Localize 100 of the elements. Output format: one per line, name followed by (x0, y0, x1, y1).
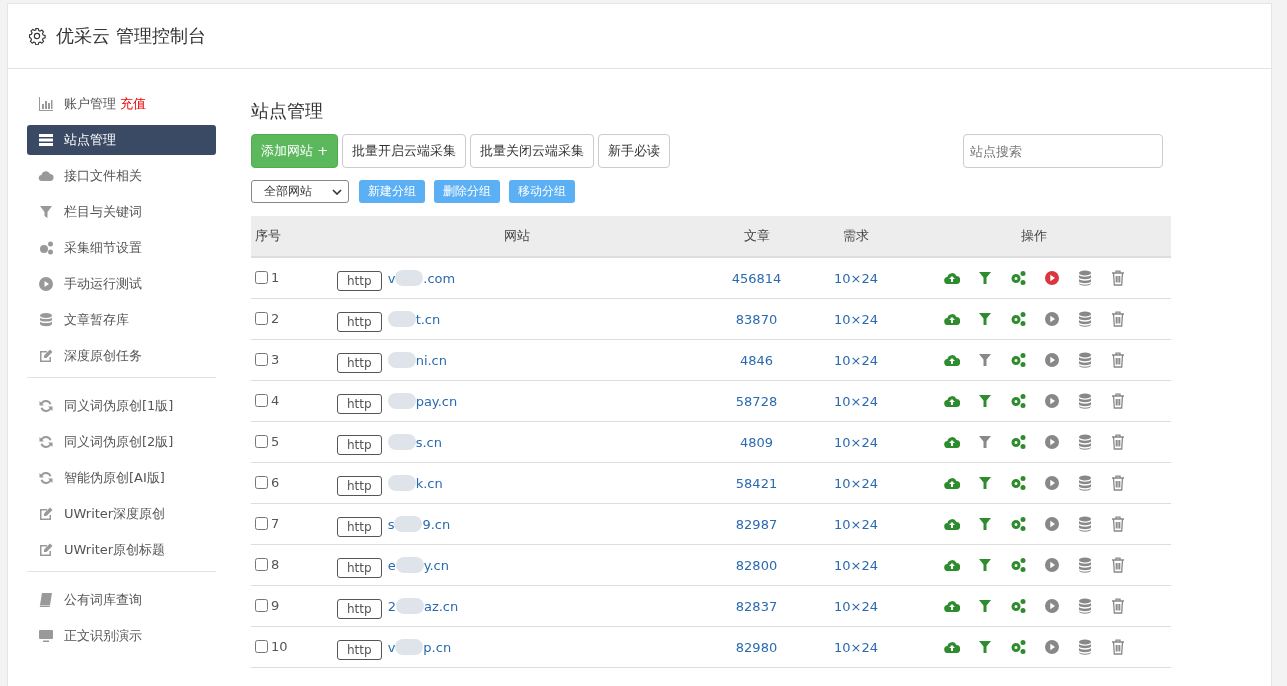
filter-icon[interactable] (978, 353, 991, 366)
cloud-upload-icon[interactable] (943, 353, 960, 366)
row-checkbox[interactable] (255, 557, 268, 571)
domain-text[interactable]: 9.cn (422, 516, 451, 532)
sidebar-item[interactable]: 智能伪原创[AI版] (27, 463, 216, 493)
row-checkbox[interactable] (255, 598, 268, 612)
domain-text[interactable]: s.cn (415, 434, 442, 450)
demand-value: 10×24 (834, 434, 878, 450)
sidebar-item[interactable]: UWriter原创标题 (27, 535, 216, 565)
play-icon[interactable] (1044, 516, 1059, 531)
play-icon[interactable] (1044, 639, 1059, 654)
play-icon[interactable] (1044, 434, 1059, 449)
cloud-upload-icon[interactable] (943, 640, 960, 653)
cloud-upload-icon[interactable] (943, 435, 960, 448)
database-icon[interactable] (1077, 638, 1092, 655)
play-icon[interactable] (1044, 393, 1059, 408)
trash-icon[interactable] (1110, 474, 1125, 491)
recharge-link[interactable]: 充值 (120, 95, 146, 113)
play-icon[interactable] (1044, 311, 1059, 326)
play-icon[interactable] (1044, 352, 1059, 367)
protocol-tag: http (337, 517, 382, 537)
filter-icon[interactable] (978, 599, 991, 612)
sidebar-item[interactable]: 文章暂存库 (27, 305, 216, 335)
row-number: 2 (271, 310, 280, 326)
domain-text[interactable]: .com (423, 270, 456, 286)
sidebar-item[interactable]: 同义词伪原创[2版] (27, 427, 216, 457)
domain-text[interactable]: y.cn (423, 557, 449, 573)
trash-icon[interactable] (1110, 269, 1125, 286)
sidebar-item[interactable]: UWriter深度原创 (27, 499, 216, 529)
database-icon[interactable] (1077, 474, 1092, 491)
sidebar-item[interactable]: 账户管理 充值 (27, 89, 216, 119)
database-icon[interactable] (1077, 597, 1092, 614)
database-icon[interactable] (1077, 392, 1092, 409)
sidebar-item[interactable]: 公有词库查询 (27, 585, 216, 615)
database-icon[interactable] (1077, 515, 1092, 532)
row-checkbox[interactable] (255, 516, 268, 530)
database-icon[interactable] (1077, 351, 1092, 368)
cloud-upload-icon[interactable] (943, 476, 960, 489)
sidebar-item[interactable]: 正文识别演示 (27, 621, 216, 651)
sidebar-item[interactable]: 深度原创任务 (27, 341, 216, 371)
domain-text[interactable]: k.cn (415, 475, 443, 491)
list-icon (38, 132, 54, 148)
row-checkbox[interactable] (255, 434, 268, 448)
trash-icon[interactable] (1110, 515, 1125, 532)
row-checkbox[interactable] (255, 311, 268, 325)
cloud-upload-icon[interactable] (943, 312, 960, 325)
demand-value: 10×24 (834, 557, 878, 573)
trash-icon[interactable] (1110, 433, 1125, 450)
filter-icon[interactable] (978, 476, 991, 489)
row-checkbox[interactable] (255, 393, 268, 407)
trash-icon[interactable] (1110, 392, 1125, 409)
row-checkbox[interactable] (255, 639, 268, 653)
filter-icon[interactable] (978, 435, 991, 448)
domain-text[interactable]: pay.cn (415, 393, 458, 409)
play-icon[interactable] (1044, 598, 1059, 613)
domain-text[interactable]: p.cn (423, 639, 452, 655)
play-icon[interactable] (1044, 557, 1059, 572)
trash-icon[interactable] (1110, 351, 1125, 368)
sidebar-item[interactable]: 站点管理 (27, 125, 216, 155)
sidebar-item[interactable]: 同义词伪原创[1版] (27, 391, 216, 421)
cloud-upload-icon[interactable] (943, 517, 960, 530)
filter-icon[interactable] (978, 312, 991, 325)
database-icon[interactable] (1077, 269, 1092, 286)
row-checkbox[interactable] (255, 475, 268, 489)
group-dropdown[interactable]: 全部网站 (251, 180, 349, 203)
domain-text[interactable]: ni.cn (415, 352, 447, 368)
filter-icon[interactable] (978, 271, 991, 284)
cloud-upload-icon[interactable] (943, 271, 960, 284)
cloud-upload-icon[interactable] (943, 599, 960, 612)
cloud-upload-icon[interactable] (943, 558, 960, 571)
domain-text[interactable]: t.cn (415, 311, 441, 327)
row-number: 8 (271, 556, 280, 572)
filter-icon[interactable] (978, 394, 991, 407)
trash-icon[interactable] (1110, 638, 1125, 655)
row-checkbox[interactable] (255, 352, 268, 366)
database-icon[interactable] (1077, 556, 1092, 573)
database-icon[interactable] (1077, 433, 1092, 450)
filter-icon[interactable] (978, 517, 991, 530)
search-field[interactable]: 站点搜索 (963, 134, 1163, 168)
trash-icon[interactable] (1110, 556, 1125, 573)
protocol-tag: http (337, 271, 382, 291)
domain-text[interactable]: az.cn (423, 598, 459, 614)
action-button[interactable]: 批量开启云端采集 (342, 134, 467, 168)
protocol-tag: http (337, 558, 382, 578)
database-icon[interactable] (1077, 310, 1092, 327)
sidebar-item[interactable]: 手动运行测试 (27, 269, 216, 299)
action-button[interactable]: 批量关闭云端采集 (470, 134, 595, 168)
play-icon[interactable] (1044, 270, 1059, 285)
play-icon[interactable] (1044, 475, 1059, 490)
action-button[interactable]: 新手必读 (598, 134, 671, 168)
sidebar-item[interactable]: 接口文件相关 (27, 161, 216, 191)
filter-icon[interactable] (978, 640, 991, 653)
row-checkbox[interactable] (255, 270, 268, 284)
trash-icon[interactable] (1110, 310, 1125, 327)
trash-icon[interactable] (1110, 597, 1125, 614)
filter-icon[interactable] (978, 558, 991, 571)
sidebar-item[interactable]: 采集细节设置 (27, 233, 216, 263)
cloud-upload-icon[interactable] (943, 394, 960, 407)
sidebar-item[interactable]: 栏目与关键词 (27, 197, 216, 227)
redaction-blur (395, 557, 424, 573)
